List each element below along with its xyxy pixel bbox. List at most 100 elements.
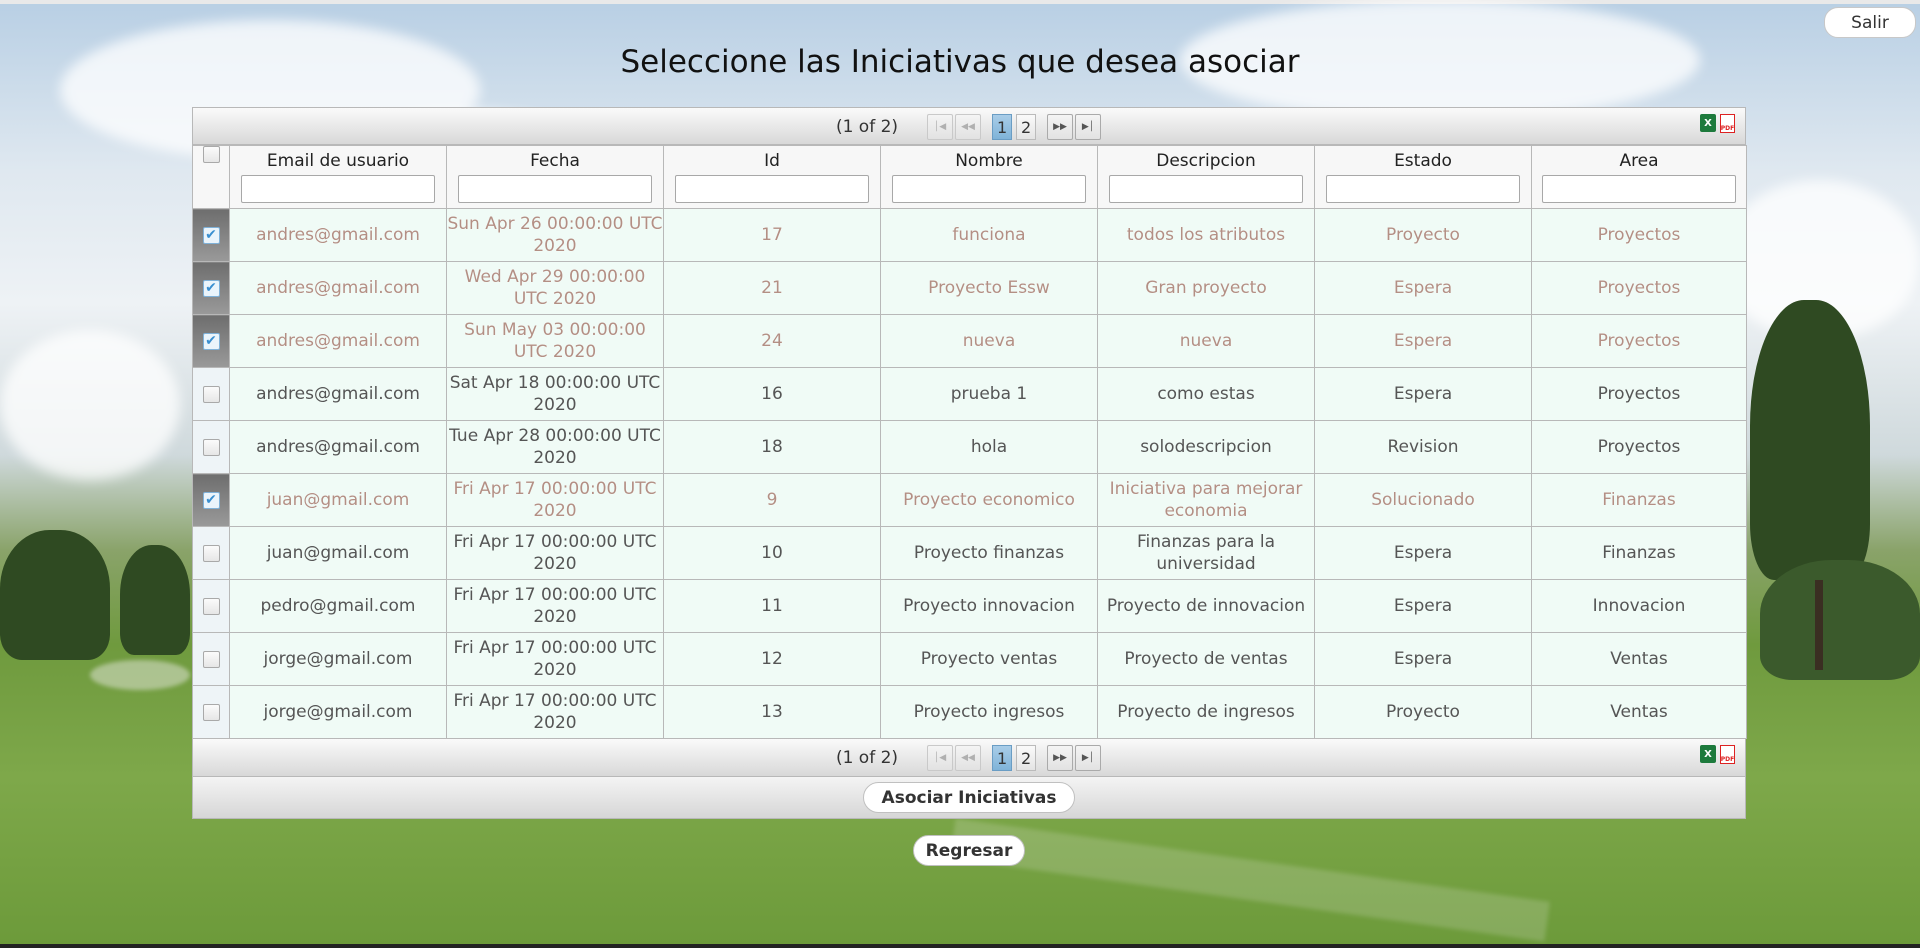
cell-email: juan@gmail.com: [229, 526, 447, 580]
row-select-cell: ✔: [192, 473, 230, 527]
table-row[interactable]: ✔ andres@gmail.com Wed Apr 29 00:00:00 UTC…: [192, 261, 1747, 315]
cell-descripcion: Finanzas para la universidad: [1097, 526, 1315, 580]
row-checkbox[interactable]: [202, 650, 220, 668]
cell-descripcion: Iniciativa para mejorar economia: [1097, 473, 1315, 527]
cell-fecha: Sun Apr 26 00:00:00 UTC 2020: [446, 208, 664, 262]
associate-initiatives-button[interactable]: Asociar Iniciativas: [862, 782, 1076, 813]
background-tree: [1750, 300, 1870, 580]
excel-export-icon[interactable]: X: [1700, 745, 1716, 763]
page-link-1[interactable]: 1: [992, 745, 1013, 771]
row-checkbox[interactable]: [202, 597, 220, 615]
cell-fecha: Wed Apr 29 00:00:00 UTC 2020: [446, 261, 664, 315]
bottom-border: [0, 944, 1920, 948]
next-page-icon[interactable]: ▶▶: [1047, 114, 1074, 140]
filter-nombre-input[interactable]: [892, 175, 1086, 203]
pdf-export-icon[interactable]: PDF: [1720, 114, 1735, 133]
cell-fecha: Fri Apr 17 00:00:00 UTC 2020: [446, 473, 664, 527]
column-header-fecha: Fecha: [446, 145, 664, 209]
filter-id-input[interactable]: [675, 175, 869, 203]
cell-nombre: Proyecto economico: [880, 473, 1098, 527]
cell-area: Proyectos: [1531, 314, 1747, 368]
cell-id: 9: [663, 473, 881, 527]
last-page-icon[interactable]: ▶│: [1075, 745, 1102, 771]
prev-page-icon[interactable]: ◀◀: [955, 114, 982, 140]
page-link-1[interactable]: 1: [992, 114, 1013, 140]
column-label[interactable]: Id: [664, 151, 880, 171]
row-checkbox[interactable]: ✔: [202, 332, 220, 350]
column-label[interactable]: Descripcion: [1098, 151, 1314, 171]
cell-id: 24: [663, 314, 881, 368]
pdf-export-icon[interactable]: PDF: [1720, 745, 1735, 764]
cell-area: Finanzas: [1531, 473, 1747, 527]
column-label[interactable]: Area: [1532, 151, 1746, 171]
row-select-cell: ✔: [192, 208, 230, 262]
cell-fecha: Fri Apr 17 00:00:00 UTC 2020: [446, 685, 664, 739]
table-row[interactable]: ✔ andres@gmail.com Sun May 03 00:00:00 UTC…: [192, 314, 1747, 368]
cell-email: andres@gmail.com: [229, 261, 447, 315]
cell-email: pedro@gmail.com: [229, 579, 447, 633]
filter-area-input[interactable]: [1542, 175, 1736, 203]
column-header-email: Email de usuario: [229, 145, 447, 209]
next-page-icon[interactable]: ▶▶: [1047, 745, 1074, 771]
cell-estado: Proyecto: [1314, 685, 1532, 739]
table-row[interactable]: andres@gmail.com Tue Apr 28 00:00:00 UTC …: [192, 420, 1747, 474]
filter-email-input[interactable]: [241, 175, 435, 203]
column-label[interactable]: Fecha: [447, 151, 663, 171]
cell-id: 12: [663, 632, 881, 686]
cell-descripcion: solodescripcion: [1097, 420, 1315, 474]
row-checkbox[interactable]: ✔: [202, 226, 220, 244]
initiatives-datatable: (1 of 2) │◀ ◀◀ 1 2 ▶▶ ▶│ X PDF Email de …: [192, 107, 1747, 819]
logout-button[interactable]: Salir: [1824, 7, 1916, 38]
cell-area: Ventas: [1531, 685, 1747, 739]
first-page-icon[interactable]: │◀: [927, 114, 954, 140]
column-label[interactable]: Email de usuario: [230, 151, 446, 171]
table-row[interactable]: ✔ andres@gmail.com Sun Apr 26 00:00:00 UTC…: [192, 208, 1747, 262]
cell-fecha: Fri Apr 17 00:00:00 UTC 2020: [446, 632, 664, 686]
cell-id: 17: [663, 208, 881, 262]
page-link-2[interactable]: 2: [1016, 745, 1037, 771]
cell-id: 18: [663, 420, 881, 474]
table-row[interactable]: jorge@gmail.com Fri Apr 17 00:00:00 UTC 2…: [192, 632, 1747, 686]
table-row[interactable]: ✔ juan@gmail.com Fri Apr 17 00:00:00 UTC 2…: [192, 473, 1747, 527]
table-row[interactable]: jorge@gmail.com Fri Apr 17 00:00:00 UTC 2…: [192, 685, 1747, 739]
action-bar: Asociar Iniciativas: [192, 777, 1746, 819]
column-label[interactable]: Nombre: [881, 151, 1097, 171]
table-row[interactable]: andres@gmail.com Sat Apr 18 00:00:00 UTC …: [192, 367, 1747, 421]
excel-export-icon[interactable]: X: [1700, 114, 1716, 132]
table-row[interactable]: juan@gmail.com Fri Apr 17 00:00:00 UTC 20…: [192, 526, 1747, 580]
row-select-cell: [192, 685, 230, 739]
cell-estado: Proyecto: [1314, 208, 1532, 262]
prev-page-icon[interactable]: ◀◀: [955, 745, 982, 771]
first-page-icon[interactable]: │◀: [927, 745, 954, 771]
row-checkbox[interactable]: ✔: [202, 491, 220, 509]
cell-estado: Espera: [1314, 261, 1532, 315]
cell-nombre: Proyecto Essw: [880, 261, 1098, 315]
row-checkbox[interactable]: [202, 703, 220, 721]
row-select-cell: [192, 632, 230, 686]
cell-descripcion: Proyecto de ingresos: [1097, 685, 1315, 739]
row-checkbox[interactable]: [202, 544, 220, 562]
cell-descripcion: Proyecto de ventas: [1097, 632, 1315, 686]
back-button[interactable]: Regresar: [913, 835, 1025, 866]
row-checkbox[interactable]: ✔: [202, 279, 220, 297]
select-all-checkbox[interactable]: [202, 146, 220, 163]
initiatives-table: Email de usuario Fecha Id Nombre Descrip…: [192, 145, 1747, 739]
column-label[interactable]: Estado: [1315, 151, 1531, 171]
background-path: [90, 660, 190, 690]
row-select-cell: ✔: [192, 261, 230, 315]
table-body: ✔ andres@gmail.com Sun Apr 26 00:00:00 UTC…: [192, 208, 1747, 739]
filter-descripcion-input[interactable]: [1109, 175, 1303, 203]
table-row[interactable]: pedro@gmail.com Fri Apr 17 00:00:00 UTC 2…: [192, 579, 1747, 633]
row-checkbox[interactable]: [202, 438, 220, 456]
background-cloud: [0, 330, 180, 480]
row-checkbox[interactable]: [202, 385, 220, 403]
filter-estado-input[interactable]: [1326, 175, 1520, 203]
cell-area: Innovacion: [1531, 579, 1747, 633]
last-page-icon[interactable]: ▶│: [1075, 114, 1102, 140]
page-link-2[interactable]: 2: [1016, 114, 1037, 140]
row-select-cell: ✔: [192, 314, 230, 368]
filter-fecha-input[interactable]: [458, 175, 652, 203]
cell-estado: Revision: [1314, 420, 1532, 474]
cell-nombre: hola: [880, 420, 1098, 474]
column-header-estado: Estado: [1314, 145, 1532, 209]
